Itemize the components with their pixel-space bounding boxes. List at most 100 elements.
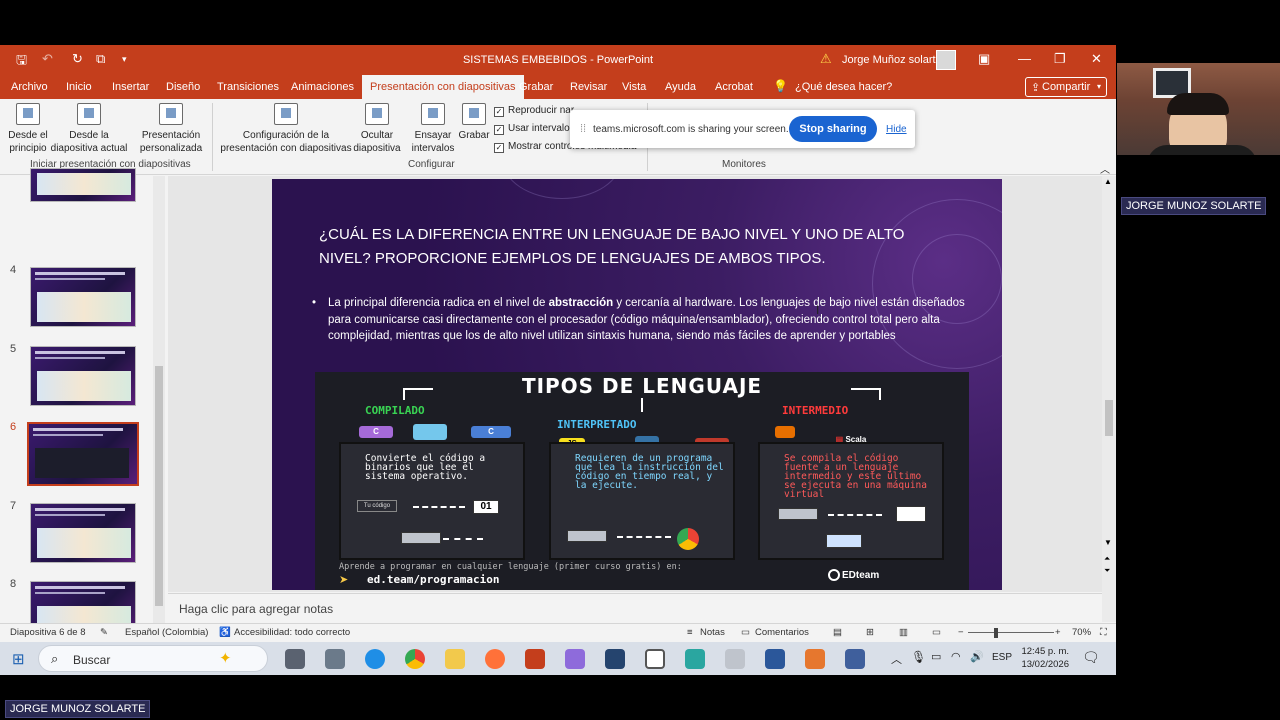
task-view-icon[interactable] [285,649,305,669]
tell-me-search[interactable]: ¿Qué desea hacer? [795,81,892,93]
taskbar-search[interactable]: ⌕ Buscar ✦ [38,645,268,672]
app-icon[interactable] [685,649,705,669]
record-button[interactable]: Grabar [456,103,492,142]
infographic-image[interactable]: TIPOS DE LENGUAJE COMPILADO INTERPRETADO… [315,372,969,590]
slide-sorter-icon[interactable]: ⊞ [866,627,874,638]
slide-thumbnail-3[interactable] [30,168,136,202]
custom-show-button[interactable]: Presentación personalizada [134,103,208,155]
tab-insertar[interactable]: Insertar [112,81,149,93]
slide-thumbnail-6-selected[interactable] [27,422,139,486]
file-explorer-icon[interactable] [445,649,465,669]
user-name[interactable]: Jorge Muñoz solarte [842,54,942,66]
widgets-icon[interactable] [325,649,345,669]
next-slide-icon[interactable]: ⏷ [1104,566,1110,576]
slide-thumbnail-4[interactable] [30,267,136,327]
notes-pane[interactable]: Haga clic para agregar notas [168,593,1102,622]
accessibility-status[interactable]: Accesibilidad: todo correcto [234,627,350,638]
slide-scrollbar[interactable]: ▲ ▼ ⏶ ⏷ [1102,176,1116,622]
input-language[interactable]: ESP [992,652,1012,663]
slide-body-text[interactable]: La principal diferencia radica en el niv… [312,295,978,345]
tab-vista[interactable]: Vista [622,81,646,93]
lightbulb-icon[interactable]: 💡 [773,79,788,93]
tab-acrobat[interactable]: Acrobat [715,81,753,93]
tab-revisar[interactable]: Revisar [570,81,607,93]
slide-thumbnail-5[interactable] [30,346,136,406]
dev-app-icon[interactable] [605,649,625,669]
warning-icon[interactable]: ⚠ [820,51,832,67]
close-icon[interactable]: ✕ [1091,51,1102,67]
tab-grabar[interactable]: Grabar [519,81,553,93]
avatar[interactable] [936,50,956,70]
play-narrations-checkbox[interactable]: ✓ Reproducir nar [494,105,574,117]
rehearse-button[interactable]: Ensayar intervalos [408,103,458,155]
zoom-slider[interactable] [968,632,1054,633]
word-icon[interactable] [765,649,785,669]
previous-slide-icon[interactable]: ⏶ [1104,554,1110,564]
volume-icon[interactable]: 🔊 [970,650,984,663]
minimize-icon[interactable]: — [1018,51,1031,66]
hide-slide-button[interactable]: Ocultar diapositiva [352,103,402,155]
chrome-icon[interactable] [405,649,425,669]
windows-start-icon[interactable]: ⊞ [12,650,25,668]
chevron-down-icon: ▾ [1097,82,1102,91]
copilot-icon[interactable] [565,649,585,669]
wifi-icon[interactable]: ◠ [951,650,961,663]
powerpoint-icon[interactable] [525,649,545,669]
notes-icon[interactable]: ≡ [687,627,693,638]
comments-icon[interactable]: ▭ [741,627,750,638]
settings-icon[interactable] [645,649,665,669]
zoom-out-icon[interactable]: − [958,627,964,638]
scroll-down-icon[interactable]: ▼ [1104,538,1112,547]
tab-archivo[interactable]: Archivo [11,81,48,93]
firefox-icon[interactable] [485,649,505,669]
accessibility-icon[interactable]: ♿ [219,627,231,638]
setup-slideshow-button[interactable]: Configuración de la presentación con dia… [220,103,352,155]
use-timings-checkbox[interactable]: ✓ Usar intervalos [494,123,575,135]
share-button[interactable]: ⇪ Compartir ▾ [1025,77,1107,97]
hide-slide-label: Ocultar diapositiva [353,130,401,154]
zoom-in-icon[interactable]: + [1055,627,1061,638]
ribbon-display-icon[interactable]: ▣ [978,51,990,67]
fit-to-window-icon[interactable]: ⛶ [1100,627,1107,638]
reading-view-icon[interactable]: ▥ [899,627,908,638]
chevron-up-icon[interactable]: ︿ [891,651,902,667]
normal-view-icon[interactable]: ▤ [833,627,842,638]
from-current-button[interactable]: Desde la diapositiva actual [50,103,128,155]
slideshow-view-icon[interactable]: ▭ [932,627,941,638]
edge-icon[interactable] [365,649,385,669]
collapse-ribbon-icon[interactable]: ︿ [1100,161,1110,176]
microphone-icon[interactable]: 🎙 [911,650,926,664]
tab-animaciones[interactable]: Animaciones [291,81,354,93]
tab-diseno[interactable]: Diseño [166,81,200,93]
stop-sharing-button[interactable]: Stop sharing [789,116,877,142]
participant-video[interactable] [1117,63,1280,155]
tab-inicio[interactable]: Inicio [66,81,92,93]
thumbnails-scrollbar[interactable] [153,176,165,623]
tab-transiciones[interactable]: Transiciones [217,81,279,93]
from-beginning-label: Desde el principio [8,130,48,154]
scroll-thumb[interactable] [1105,400,1113,436]
clock[interactable]: 12:45 p. m. 13/02/2026 [1017,645,1069,671]
battery-icon[interactable]: ▭ [931,650,941,663]
zoom-level[interactable]: 70% [1072,627,1091,638]
notes-button[interactable]: Notas [700,627,725,638]
slide-canvas[interactable]: ¿CUÁL ES LA DIFERENCIA ENTRE UN LENGUAJE… [272,179,1002,590]
drag-handle-icon[interactable]: ⁞⁞ [580,123,586,135]
presenter-name-tag: JORGE MUNOZ SOLARTE [5,700,151,718]
scroll-up-icon[interactable]: ▲ [1104,177,1112,186]
usb-device-icon[interactable] [725,649,745,669]
tab-ayuda[interactable]: Ayuda [665,81,696,93]
slide-thumbnail-7[interactable] [30,503,136,563]
zoom-slider-thumb[interactable] [994,628,998,638]
slide-title[interactable]: ¿CUÁL ES LA DIFERENCIA ENTRE UN LENGUAJE… [319,223,959,271]
language-indicator[interactable]: Español (Colombia) [125,627,208,638]
spell-check-icon[interactable]: ✎ [100,627,108,638]
remote-desktop-icon[interactable] [845,649,865,669]
comments-button[interactable]: Comentarios [755,627,809,638]
restore-icon[interactable]: ❐ [1054,51,1066,67]
tab-presentacion[interactable]: Presentación con diapositivas [362,75,524,99]
matlab-icon[interactable] [805,649,825,669]
from-beginning-button[interactable]: Desde el principio [6,103,50,155]
hide-link[interactable]: Hide [886,124,907,135]
notifications-icon[interactable]: 🗨 [1082,649,1100,666]
